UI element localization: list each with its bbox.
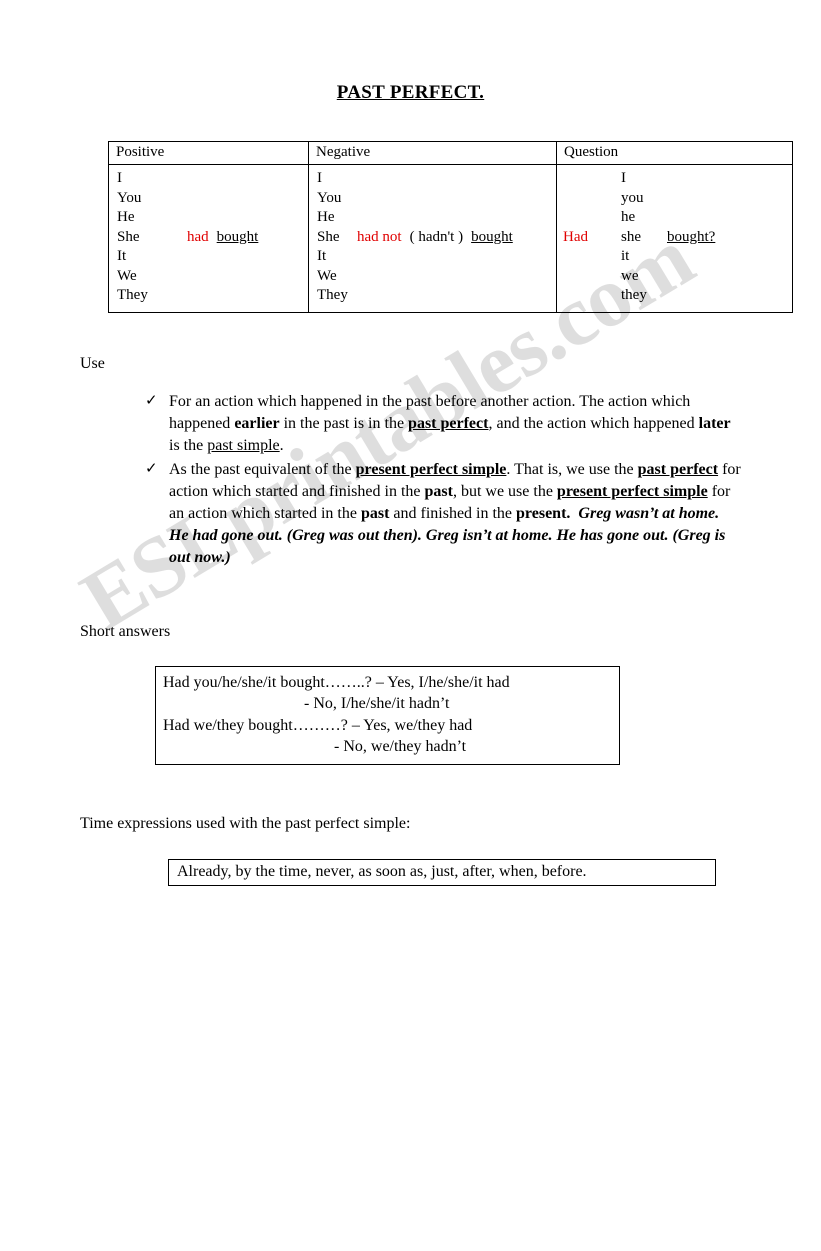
pronoun: I bbox=[621, 170, 626, 186]
pronoun: He bbox=[117, 209, 135, 225]
row-question-1: I bbox=[557, 169, 792, 189]
time-expressions-label: Time expressions used with the past perf… bbox=[80, 814, 411, 832]
page-title: PAST PERFECT. bbox=[336, 82, 485, 103]
cell-negative: I You He She had not (hadn't) bought I… bbox=[308, 164, 557, 313]
pronoun: We bbox=[117, 267, 137, 284]
auxiliary-had: Had bbox=[563, 228, 588, 245]
pronoun: we bbox=[621, 267, 639, 284]
time-expressions-content: Already, by the time, never, as soon as,… bbox=[168, 858, 716, 886]
row-negative-6: We bbox=[309, 267, 556, 287]
pronoun: you bbox=[621, 189, 644, 206]
row-positive-6: We bbox=[109, 267, 308, 287]
table-header-row: Positive Negative Question bbox=[108, 141, 793, 165]
auxiliary-had-not: had not bbox=[357, 228, 402, 245]
short-answer-line-3: Had we/they bought………? – Yes, we/they ha… bbox=[163, 716, 473, 734]
contraction-hadnt: ( hadn't ) bbox=[409, 228, 464, 245]
pronoun: I bbox=[117, 170, 122, 186]
short-answers-label: Short answers bbox=[80, 622, 171, 640]
table-body-row: I You He She had bought It We They I You… bbox=[108, 164, 793, 313]
pronoun: it bbox=[621, 248, 630, 264]
pronoun: You bbox=[117, 189, 142, 206]
past-participle: bought? bbox=[667, 228, 716, 245]
column-header-question: Question bbox=[556, 141, 793, 165]
row-positive-1: I bbox=[109, 169, 308, 189]
pronoun: You bbox=[317, 189, 342, 206]
short-answers-box: Had you/he/she/it bought……..? – Yes, I/h… bbox=[0, 665, 821, 765]
pronoun: They bbox=[317, 287, 348, 303]
conjugation-table: Positive Negative Question I You He She … bbox=[108, 141, 793, 313]
row-positive-7: They bbox=[109, 286, 308, 306]
row-positive-3: He bbox=[109, 208, 308, 228]
row-negative-5: It bbox=[309, 247, 556, 267]
row-positive-4: She had bought bbox=[109, 228, 308, 248]
document-page: PAST PERFECT. Positive Negative Question… bbox=[0, 82, 821, 886]
use-list: ✓ For an action which happened in the pa… bbox=[0, 391, 821, 569]
use-item-text-1: For an action which happened in the past… bbox=[169, 392, 731, 454]
row-negative-3: He bbox=[309, 208, 556, 228]
check-tick-icon: ✓ bbox=[145, 392, 158, 409]
row-question-2: you bbox=[557, 189, 792, 209]
column-header-positive: Positive bbox=[108, 141, 309, 165]
pronoun: they bbox=[621, 287, 647, 303]
row-negative-7: They bbox=[309, 286, 556, 306]
time-expressions-box: Already, by the time, never, as soon as,… bbox=[0, 858, 821, 886]
row-question-4: Had she bought? bbox=[557, 228, 792, 248]
pronoun: It bbox=[317, 248, 327, 264]
use-section-label: Use bbox=[80, 354, 105, 372]
pronoun: He bbox=[317, 209, 335, 225]
pronoun: It bbox=[117, 248, 127, 264]
cell-question: I you he Had she bought? it we they bbox=[556, 164, 793, 313]
pronoun: She bbox=[317, 228, 340, 245]
row-question-7: they bbox=[557, 286, 792, 306]
pronoun: They bbox=[117, 287, 148, 303]
row-negative-2: You bbox=[309, 189, 556, 209]
row-negative-1: I bbox=[309, 169, 556, 189]
past-participle: bought bbox=[216, 228, 259, 245]
row-positive-2: You bbox=[109, 189, 308, 209]
row-positive-5: It bbox=[109, 247, 308, 267]
use-item-text-2: As the past equivalent of the present pe… bbox=[169, 460, 741, 566]
list-item: ✓ For an action which happened in the pa… bbox=[145, 391, 741, 457]
pronoun: she bbox=[621, 228, 641, 245]
row-question-5: it bbox=[557, 247, 792, 267]
pronoun: We bbox=[317, 267, 337, 284]
pronoun: I bbox=[317, 170, 322, 186]
row-negative-4: She had not ( hadn't ) bought bbox=[309, 228, 556, 248]
cell-positive: I You He She had bought It We They bbox=[108, 164, 309, 313]
check-tick-icon: ✓ bbox=[145, 460, 158, 477]
row-question-6: we bbox=[557, 267, 792, 287]
past-participle: bought bbox=[471, 228, 513, 245]
pronoun: She bbox=[117, 228, 140, 245]
auxiliary-had: had bbox=[187, 228, 209, 245]
row-question-3: he bbox=[557, 208, 792, 228]
short-answer-line-2: - No, I/he/she/it hadn’t bbox=[304, 695, 450, 712]
short-answer-line-1: Had you/he/she/it bought……..? – Yes, I/h… bbox=[163, 673, 510, 691]
column-header-negative: Negative bbox=[308, 141, 557, 165]
list-item: ✓ As the past equivalent of the present … bbox=[145, 459, 741, 569]
short-answer-line-4: - No, we/they hadn’t bbox=[334, 738, 467, 755]
pronoun: he bbox=[621, 209, 636, 225]
conjugation-table-wrapper: Positive Negative Question I You He She … bbox=[0, 141, 821, 313]
